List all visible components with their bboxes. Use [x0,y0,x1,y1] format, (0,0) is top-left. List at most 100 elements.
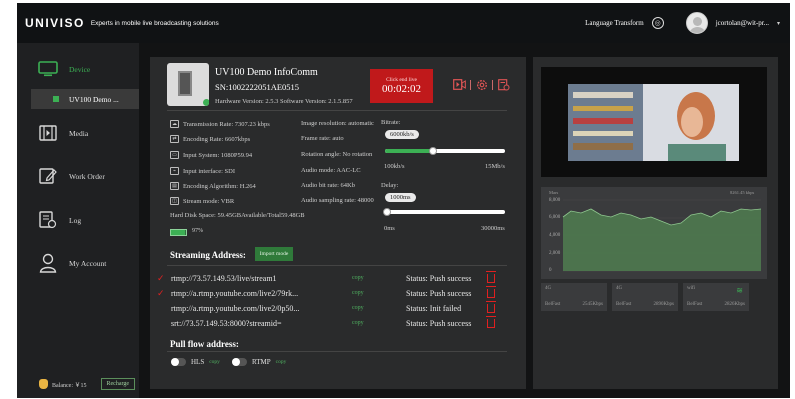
network-card: 4G BelFast 2545Kbps [541,283,607,311]
user-icon [37,252,59,274]
stat-text: Image resolution: automatic [301,120,374,127]
trash-icon[interactable] [486,300,496,313]
chart-current-rate: 8261.45 kbps [730,190,755,195]
copy-link[interactable]: copy [352,275,364,281]
stat-encoding-algorithm: ▤ Encoding Algorithm: H.264 [170,182,256,190]
y-tick-label: 6,000 [549,215,561,220]
device-versions: Hardware Version: 2.5.3 Software Version… [215,98,353,105]
sidebar-item-log[interactable]: Log [17,200,139,240]
sidebar-item-media[interactable]: Media [17,113,139,153]
sidebar-item-my-account[interactable]: My Account [17,243,139,283]
copy-link[interactable]: copy [209,359,220,365]
trash-icon[interactable] [486,270,496,283]
stream-status: Status: Init failed [406,303,462,313]
money-bag-icon [39,379,48,389]
video-preview[interactable] [568,84,739,161]
input-interface-icon: ⌁ [170,167,179,175]
hls-toggle[interactable] [171,358,186,366]
sidebar-item-label: Media [69,128,89,138]
device-title: UV100 Demo InfoComm [215,67,318,78]
sidebar-item-work-order[interactable]: Work Order [17,156,139,196]
delay-label: Delay: [381,182,399,189]
divider [167,351,507,352]
report-icon[interactable] [497,78,510,91]
network-card: wifi ≋ BelFast 2826Kbps [683,283,749,311]
stream-url: rtmp://73.57.149.53/live/stream1 [171,273,277,283]
check-icon[interactable]: ✓ [157,288,167,299]
online-status-icon [203,99,209,106]
trash-icon[interactable] [486,285,496,298]
gear-icon[interactable] [475,78,488,91]
globe-icon[interactable]: ◎ [651,17,664,29]
import-mode-button[interactable]: Import mode [255,247,293,261]
sidebar: Device UV100 Demo ... Media Work Order L… [17,43,149,398]
copy-link[interactable]: copy [352,290,364,296]
avatar[interactable] [685,12,708,34]
stat-text: Audio mode: AAC-LC [301,167,361,174]
network-type: 4G [545,286,552,291]
stream-row: ✓ rtmp://a.rtmp.youtube.com/live2/79rk..… [157,285,502,300]
stat-text: Audio sampling rate: 48000 [301,197,374,204]
bitrate-value: 6000kb/s [385,130,419,139]
toolbar-divider [492,79,493,90]
trash-icon[interactable] [486,315,496,328]
log-icon [37,209,59,231]
stat-text: Frame rate: auto [301,135,344,142]
brand-logo: UNIVISO [25,16,85,30]
check-icon[interactable]: ✓ [157,273,167,284]
copy-link[interactable]: copy [352,320,364,326]
network-location: BelFast [687,302,703,307]
sidebar-item-label: My Account [69,258,107,268]
disk-space-text: Hard Disk Space: 59.45GBAvailable/Total5… [170,212,305,219]
copy-link[interactable]: copy [352,305,364,311]
chart-caption: Mars [549,190,559,195]
stat-audio-bit-rate: Audio bit rate: 64Kb [301,182,355,189]
stream-url: rtmp://a.rtmp.youtube.com/live2/79rk... [171,288,299,298]
device-image [178,71,192,96]
edit-icon [37,165,59,187]
stat-audio-mode: Audio mode: AAC-LC [301,167,361,174]
recharge-button[interactable]: Recharge [100,378,136,390]
network-rate: 2826Kbps [724,302,745,307]
delay-slider-track[interactable] [385,210,505,214]
stat-text: Rotation angle: No rotation [301,151,373,158]
stream-status: Status: Push success [406,318,472,328]
stream-url: rtmp://a.rtmp.youtube.com/live2/0p50... [171,303,300,313]
device-thumbnail [167,63,209,106]
brand-tagline: Experts in mobile live broadcasting solu… [90,19,219,27]
bitrate-label: Bitrate: [381,119,401,126]
pull-flow-title: Pull flow address: [170,339,239,349]
stat-transmission-rate: ☁ Transmission Rate: 7307.23 kbps [170,120,270,128]
sidebar-item-device[interactable]: Device [17,49,139,89]
record-icon[interactable] [453,78,466,91]
device-toolbar [453,78,510,91]
stat-stream-mode: ◫ Stream mode: VBR [170,197,234,205]
rtmp-toggle[interactable] [232,358,247,366]
language-transform-label[interactable]: Language Transform [585,19,644,27]
bitrate-slider-handle[interactable] [429,147,437,155]
top-right-controls: Language Transform ◎ jcortolan@wit-pr...… [585,3,780,43]
stat-text: Stream mode: VBR [183,197,235,205]
end-live-button[interactable]: Click end live 00:02:02 [370,69,433,103]
divider [167,110,507,111]
stat-text: Input System: 1080P59.94 [183,151,253,159]
sidebar-item-label: Device [69,64,91,74]
encoding-algorithm-icon: ▤ [170,182,179,190]
stream-url: srt://73.57.149.53:8000?streamid= [171,318,282,328]
chevron-down-icon[interactable]: ▾ [777,20,780,27]
stat-input-system: ▭ Input System: 1080P59.94 [170,151,252,159]
film-icon [37,122,59,144]
network-type: wifi [687,286,696,291]
stream-status: Status: Push success [406,273,472,283]
hard-disk-space: Hard Disk Space: 59.45GBAvailable/Total5… [170,212,305,219]
stream-row: rtmp://a.rtmp.youtube.com/live2/0p50... … [157,300,502,315]
copy-link[interactable]: copy [276,359,287,365]
battery-icon [170,229,187,236]
sidebar-subitem-device[interactable]: UV100 Demo ... [31,89,149,109]
bitrate-chart [541,187,767,279]
sidebar-item-label: Work Order [69,171,105,181]
user-name[interactable]: jcortolan@wit-pr... [716,19,769,27]
streaming-address-title: Streaming Address: [170,250,246,260]
transmission-icon: ☁ [170,120,179,128]
network-rate: 2890Kbps [653,302,674,307]
